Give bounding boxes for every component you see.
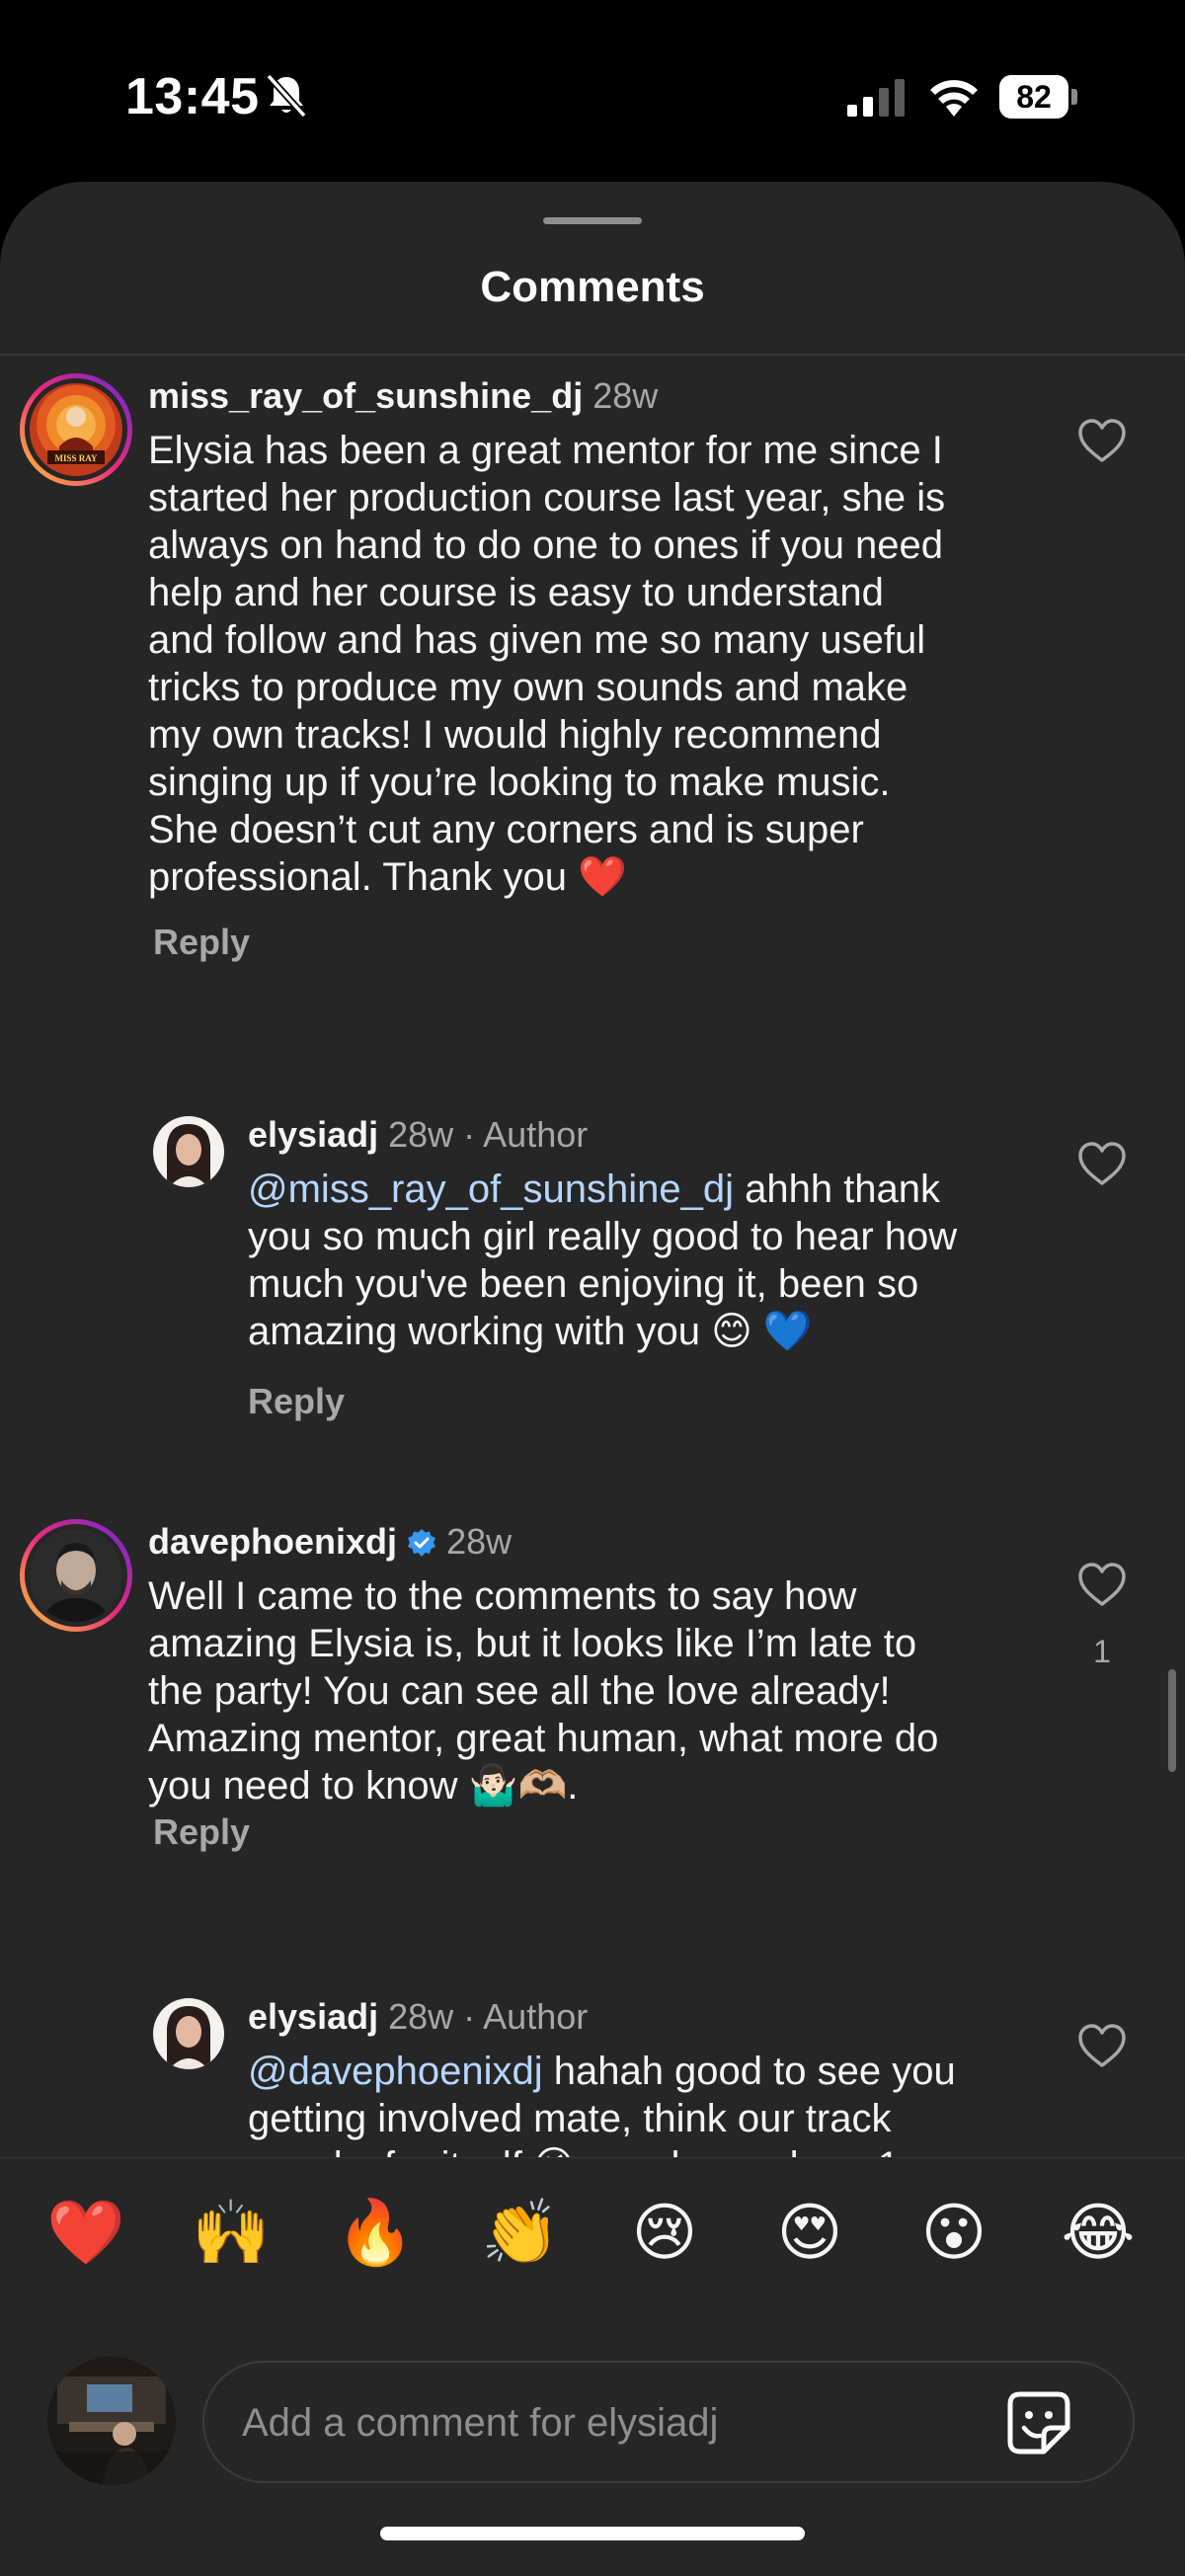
- sheet-grabber[interactable]: [543, 217, 642, 224]
- home-indicator: [380, 2527, 805, 2540]
- emoji-heart-eyes[interactable]: 😍: [770, 2194, 849, 2273]
- avatar-image: MISS RAY: [30, 383, 122, 476]
- comment-meta: elysiadj 28w · Author: [248, 1996, 588, 2038]
- reply-button[interactable]: Reply: [153, 922, 250, 963]
- username[interactable]: miss_ray_of_sunshine_dj: [148, 375, 583, 416]
- emoji-raised-hands[interactable]: 🙌: [192, 2194, 271, 2273]
- status-bar: 13:45 82: [0, 0, 1185, 188]
- battery-icon: 82: [999, 75, 1078, 119]
- heart-outline-icon[interactable]: [1076, 417, 1128, 464]
- comment-meta: davephoenixdj 28w: [148, 1521, 512, 1563]
- reply-comment-item: elysiadj 28w · Author @davephoenixdj haha…: [0, 1996, 1185, 2157]
- comment-time: 28w: [592, 375, 659, 416]
- mention-link[interactable]: @davephoenixdj: [248, 2050, 543, 2093]
- avatar-text: MISS RAY: [55, 453, 98, 463]
- emoji-surprised[interactable]: 😮: [914, 2194, 993, 2273]
- reply-comment-item: elysiadj 28w · Author @miss_ray_of_sunshi…: [0, 1114, 1185, 1491]
- comment-text: @miss_ray_of_sunshine_dj ahhh thank you …: [248, 1166, 1058, 1355]
- username[interactable]: davephoenixdj: [148, 1521, 397, 1562]
- emoji-heart[interactable]: ❤️: [46, 2194, 125, 2273]
- comment-input-wrapper: [202, 2361, 1135, 2483]
- author-label: · Author: [463, 1996, 589, 2037]
- comments-list[interactable]: MISS RAY miss_ray_of_sunshine_dj 28w Elys…: [0, 356, 1185, 2157]
- emoji-crying[interactable]: 😢: [625, 2194, 704, 2273]
- sticker-icon[interactable]: [1006, 2390, 1071, 2455]
- comment-time: 28w: [446, 1521, 513, 1562]
- avatar-image: [153, 1998, 224, 2069]
- heart-outline-icon[interactable]: [1076, 1140, 1128, 1187]
- comment-text: @davephoenixdj hahah good to see you get…: [248, 2048, 1058, 2157]
- author-label: · Author: [463, 1114, 589, 1155]
- comment-text: Elysia has been a great mentor for me si…: [148, 429, 946, 899]
- avatar-image: [153, 1116, 224, 1187]
- status-time: 13:45: [125, 68, 260, 125]
- avatar[interactable]: [20, 1519, 132, 1632]
- verified-badge-icon: [408, 1529, 436, 1557]
- heart-outline-icon[interactable]: [1076, 2022, 1128, 2069]
- comment-text: Well I came to the comments to say how a…: [148, 1574, 939, 1808]
- bell-slash-icon: [266, 73, 307, 119]
- comments-sheet: Comments MISS RAY miss_ray_of_sunshine_d…: [0, 182, 1185, 2576]
- cellular-signal-icon: [847, 79, 905, 117]
- reply-button[interactable]: Reply: [153, 1811, 250, 1853]
- emoji-clap[interactable]: 👏: [481, 2194, 560, 2273]
- scrollbar[interactable]: [1168, 1669, 1176, 1772]
- avatar[interactable]: [153, 1116, 224, 1187]
- comment-composer: [0, 2305, 1185, 2576]
- like-count: 1: [1093, 1634, 1111, 1669]
- comment-time: 28w: [388, 1996, 454, 2037]
- emoji-reaction-bar: ❤️ 🙌 🔥 👏 😢 😍 😮 😂: [0, 2157, 1185, 2306]
- wifi-icon: [930, 80, 978, 117]
- sheet-title: Comments: [480, 263, 705, 311]
- current-user-avatar: [47, 2357, 176, 2485]
- heart-outline-icon[interactable]: [1076, 1561, 1128, 1608]
- comment-time: 28w: [388, 1114, 454, 1155]
- avatar[interactable]: MISS RAY: [20, 373, 132, 486]
- comment-input[interactable]: [240, 2363, 994, 2483]
- emoji-laughing[interactable]: 😂: [1059, 2194, 1138, 2273]
- avatar-image: [30, 1529, 122, 1622]
- emoji-fire[interactable]: 🔥: [336, 2194, 415, 2273]
- username[interactable]: elysiadj: [248, 1114, 378, 1155]
- mention-link[interactable]: @miss_ray_of_sunshine_dj: [248, 1167, 734, 1211]
- avatar[interactable]: [153, 1998, 224, 2069]
- reply-button[interactable]: Reply: [248, 1381, 345, 1422]
- username[interactable]: elysiadj: [248, 1996, 378, 2037]
- comment-meta: elysiadj 28w · Author: [248, 1114, 588, 1156]
- comment-meta: miss_ray_of_sunshine_dj 28w: [148, 375, 658, 417]
- comment-item: davephoenixdj 28w Well I came to the comm…: [0, 1519, 1185, 1875]
- comment-item: MISS RAY miss_ray_of_sunshine_dj 28w Elys…: [0, 356, 1185, 988]
- battery-level: 82: [999, 75, 1068, 119]
